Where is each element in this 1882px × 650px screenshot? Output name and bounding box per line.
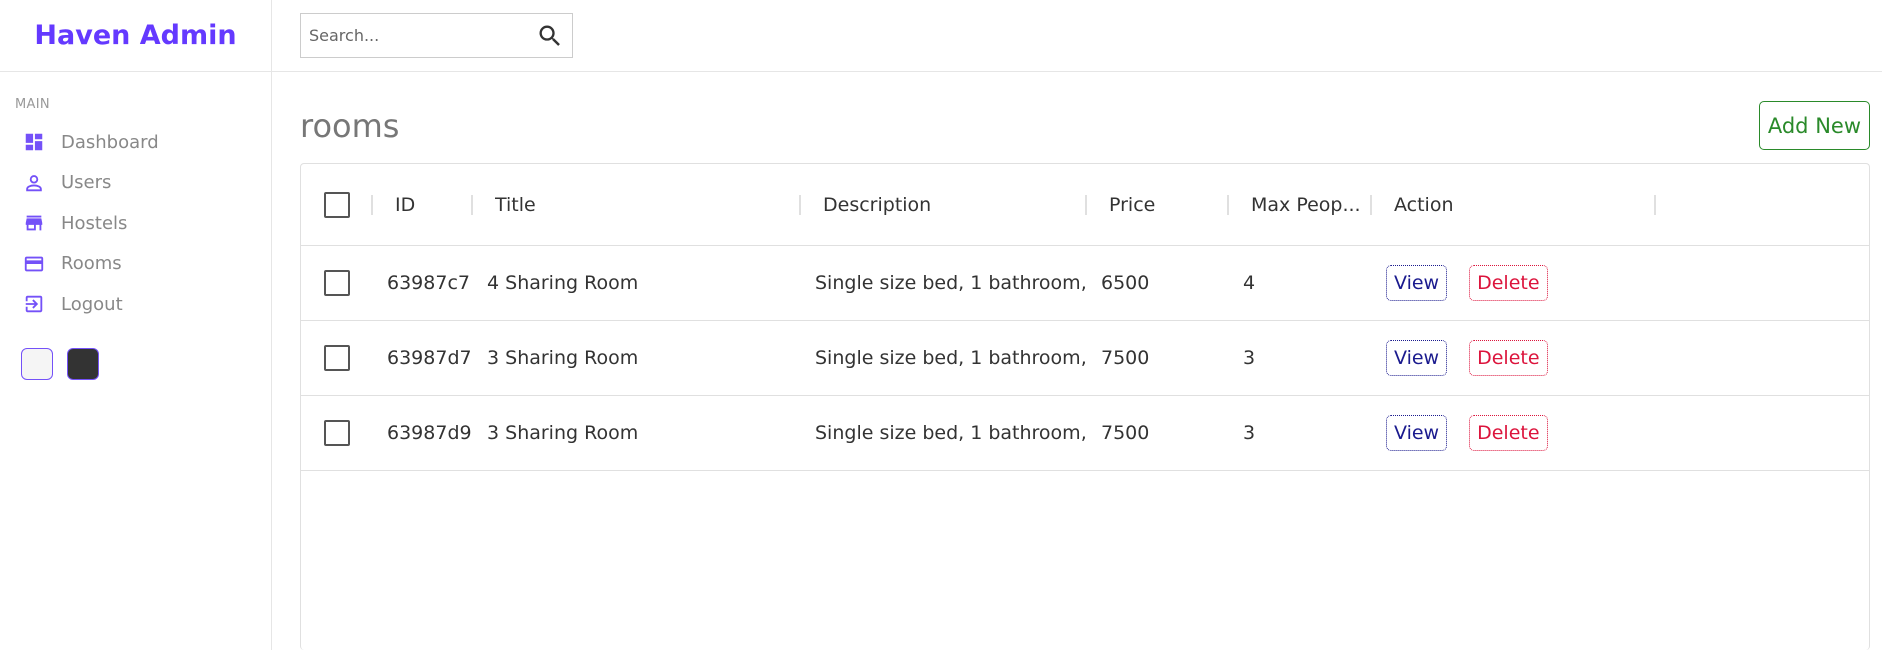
- room-price: 6500: [1101, 272, 1150, 294]
- column-separator[interactable]: [371, 195, 373, 215]
- table-row[interactable]: 63987d7 3 Sharing Room Single size bed, …: [301, 321, 1869, 396]
- row-checkbox[interactable]: [324, 270, 350, 296]
- row-checkbox[interactable]: [324, 345, 350, 371]
- room-title: 3 Sharing Room: [487, 347, 639, 369]
- column-header-action[interactable]: Action: [1394, 164, 1454, 245]
- room-title: 3 Sharing Room: [487, 422, 639, 444]
- table-row[interactable]: 63987d9 3 Sharing Room Single size bed, …: [301, 396, 1869, 471]
- column-separator[interactable]: [1085, 195, 1087, 215]
- sidebar-item-label: Logout: [61, 293, 123, 315]
- row-select-cell: [324, 396, 350, 470]
- column-header-price[interactable]: Price: [1109, 164, 1155, 245]
- sidebar-item-label: Dashboard: [61, 131, 159, 153]
- sidebar-item-users[interactable]: Users: [0, 163, 271, 204]
- room-description: Single size bed, 1 bathroom, 3: [815, 422, 1086, 444]
- store-icon: [22, 211, 46, 235]
- room-id: 63987d9: [387, 422, 471, 444]
- page-title: rooms: [300, 107, 400, 145]
- room-price: 7500: [1101, 422, 1150, 444]
- app-logo[interactable]: Haven Admin: [34, 20, 236, 51]
- delete-button[interactable]: Delete: [1469, 340, 1548, 376]
- select-all-checkbox[interactable]: [324, 191, 350, 218]
- rooms-data-grid: ID Title Description Price Max Peop... A…: [300, 163, 1870, 650]
- column-separator[interactable]: [799, 195, 801, 215]
- user-icon: [22, 171, 46, 195]
- sidebar-section-title: MAIN: [15, 97, 50, 112]
- sidebar-item-label: Rooms: [61, 253, 122, 275]
- sidebar: Haven Admin MAIN Dashboard Users Hostels: [0, 0, 272, 650]
- row-select-cell: [324, 246, 350, 320]
- add-new-button[interactable]: Add New: [1758, 101, 1870, 150]
- light-theme-swatch[interactable]: [21, 347, 53, 380]
- column-header-max-people[interactable]: Max Peop...: [1251, 164, 1361, 245]
- row-actions: View Delete: [1386, 321, 1548, 395]
- delete-button[interactable]: Delete: [1469, 415, 1548, 451]
- room-max-people: 3: [1243, 347, 1256, 369]
- search-input[interactable]: [309, 26, 529, 45]
- row-actions: View Delete: [1386, 396, 1548, 470]
- top-navbar: [272, 0, 1882, 72]
- sidebar-item-logout[interactable]: Logout: [0, 284, 271, 325]
- view-button[interactable]: View: [1386, 265, 1448, 301]
- select-all-cell: [324, 164, 350, 245]
- column-header-description[interactable]: Description: [823, 164, 931, 245]
- sidebar-item-dashboard[interactable]: Dashboard: [0, 122, 271, 163]
- column-header-title[interactable]: Title: [495, 164, 536, 245]
- sidebar-item-hostels[interactable]: Hostels: [0, 203, 271, 244]
- room-id: 63987d7: [387, 347, 471, 369]
- logout-icon: [22, 292, 46, 316]
- row-checkbox[interactable]: [324, 420, 350, 446]
- room-price: 7500: [1101, 347, 1150, 369]
- search-box: [300, 13, 573, 58]
- room-id: 63987c79: [387, 272, 471, 294]
- logo-area: Haven Admin: [0, 0, 271, 72]
- room-description: Single size bed, 1 bathroom, 3: [815, 347, 1086, 369]
- column-separator[interactable]: [1654, 195, 1656, 215]
- table-header: ID Title Description Price Max Peop... A…: [301, 164, 1869, 246]
- search-icon[interactable]: [536, 22, 564, 50]
- view-button[interactable]: View: [1386, 415, 1448, 451]
- row-actions: View Delete: [1386, 246, 1548, 320]
- sidebar-item-label: Users: [61, 172, 112, 194]
- credit-card-icon: [22, 252, 46, 276]
- column-separator[interactable]: [1370, 195, 1372, 215]
- delete-button[interactable]: Delete: [1469, 265, 1548, 301]
- theme-switcher: [21, 347, 271, 380]
- sidebar-item-rooms[interactable]: Rooms: [0, 244, 271, 285]
- room-description: Single size bed, 1 bathroom, 3: [815, 272, 1086, 294]
- row-select-cell: [324, 321, 350, 395]
- column-separator[interactable]: [1227, 195, 1229, 215]
- view-button[interactable]: View: [1386, 340, 1448, 376]
- dashboard-icon: [22, 130, 46, 154]
- sidebar-menu: Dashboard Users Hostels Rooms Logout: [0, 122, 271, 325]
- table-row[interactable]: 63987c79 4 Sharing Room Single size bed,…: [301, 246, 1869, 321]
- dark-theme-swatch[interactable]: [67, 347, 99, 380]
- column-separator[interactable]: [471, 195, 473, 215]
- room-max-people: 3: [1243, 422, 1256, 444]
- sidebar-item-label: Hostels: [61, 212, 128, 234]
- room-title: 4 Sharing Room: [487, 272, 639, 294]
- main-content: rooms Add New ID Title Description Price…: [272, 72, 1882, 650]
- column-header-id[interactable]: ID: [395, 164, 415, 245]
- room-max-people: 4: [1243, 272, 1256, 294]
